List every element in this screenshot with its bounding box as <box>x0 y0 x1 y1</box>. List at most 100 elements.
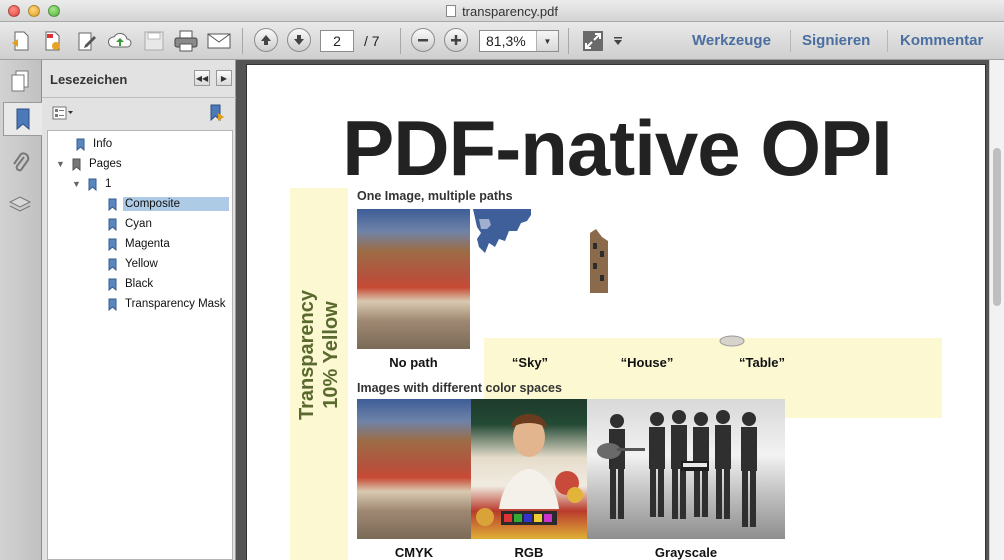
caption-cmyk: CMYK <box>394 545 434 560</box>
zoom-value: 81,3% <box>486 33 526 49</box>
caption-sky: “Sky” <box>511 355 549 370</box>
scrollbar-thumb[interactable] <box>993 148 1001 306</box>
print-icon[interactable] <box>173 28 199 54</box>
bookmark-item[interactable]: Magenta <box>108 235 170 253</box>
combine-files-icon[interactable] <box>40 28 66 54</box>
pdf-document-icon <box>446 5 457 17</box>
bookmark-icon <box>108 198 117 211</box>
chevron-down-icon[interactable]: ▼ <box>536 31 558 51</box>
portrait-figure <box>476 414 583 526</box>
page-total: / 7 <box>364 33 380 49</box>
bookmark-item[interactable]: Black <box>108 275 153 293</box>
bookmark-item[interactable]: Cyan <box>108 215 152 233</box>
toolbar-separator <box>242 28 243 54</box>
bookmark-icon <box>108 238 117 251</box>
bookmark-icon <box>88 178 97 191</box>
tools-link[interactable]: Werkzeuge <box>692 32 771 49</box>
window-title-text: transparency.pdf <box>462 4 558 19</box>
disclosure-triangle-icon[interactable]: ▼ <box>72 179 82 189</box>
bookmark-item[interactable]: Yellow <box>108 255 158 273</box>
section-heading: One Image, multiple paths <box>357 189 513 203</box>
rgb-photo <box>471 399 587 539</box>
bookmark-label: Black <box>125 278 154 290</box>
fit-page-icon[interactable] <box>580 28 606 54</box>
band-figures <box>597 410 757 527</box>
bookmark-icon <box>72 158 81 171</box>
bookmark-item[interactable]: ▼ Pages <box>56 155 122 173</box>
disclosure-triangle-icon[interactable]: ▼ <box>56 159 66 169</box>
caption-grayscale: Grayscale <box>654 545 718 560</box>
arrow-down-icon <box>294 35 304 45</box>
pdf-page: PDF-native OPI Transparency 10% Yellow O… <box>246 64 986 560</box>
previous-page-button[interactable] <box>254 28 278 52</box>
zoom-select[interactable]: 81,3% ▼ <box>479 30 559 52</box>
document-title: PDF-native OPI <box>342 104 892 192</box>
section-heading: Images with different color spaces <box>357 381 562 395</box>
bookmarks-panel-header: Lesezeichen ◀◀ ▶ <box>42 60 236 98</box>
bookmark-item[interactable]: ▼ 1 <box>72 175 111 193</box>
create-pdf-icon[interactable] <box>8 28 34 54</box>
minus-icon <box>418 39 428 42</box>
house-clip-image <box>590 229 608 293</box>
grayscale-photo <box>587 399 785 539</box>
sky-clip-image <box>473 209 531 253</box>
expand-panel-icon[interactable]: ▶ <box>216 70 232 86</box>
transparency-label-line1: Transparency <box>296 289 318 421</box>
next-page-button[interactable] <box>287 28 311 52</box>
collapse-panel-icon[interactable]: ◀◀ <box>194 70 210 86</box>
cloud-upload-icon[interactable] <box>107 28 133 54</box>
toolbar-separator <box>400 28 401 54</box>
arrow-up-icon <box>261 35 271 45</box>
bookmark-label: Magenta <box>125 238 170 250</box>
bookmarks-toolbar <box>42 98 236 130</box>
caption-no-path: No path <box>389 355 438 370</box>
email-icon[interactable] <box>206 28 232 54</box>
bookmarks-panel: Lesezeichen ◀◀ ▶ Info ▼ Pages ▼ 1 Compos… <box>42 60 236 560</box>
bookmark-label: Transparency Mask <box>125 298 226 310</box>
title-bar: transparency.pdf <box>0 0 1004 22</box>
cmyk-photo <box>357 399 471 539</box>
bookmark-icon <box>108 298 117 311</box>
bookmark-tree: Info ▼ Pages ▼ 1 Composite Cyan Magenta … <box>47 130 233 560</box>
bookmark-icon <box>108 218 117 231</box>
bookmark-label: Composite <box>123 197 229 211</box>
window-title: transparency.pdf <box>0 4 1004 19</box>
zoom-in-button[interactable] <box>444 28 468 52</box>
bookmark-icon <box>108 278 117 291</box>
layers-icon[interactable] <box>4 188 36 222</box>
new-bookmark-icon[interactable] <box>206 103 226 123</box>
bookmark-label: Pages <box>89 158 122 170</box>
plaza-photo-no-path <box>357 209 470 349</box>
caption-table: “Table” <box>739 355 785 370</box>
document-viewport[interactable]: PDF-native OPI Transparency 10% Yellow O… <box>236 60 1004 560</box>
link-separator <box>887 30 888 52</box>
link-separator <box>790 30 791 52</box>
edit-document-icon[interactable] <box>74 28 100 54</box>
page-thumbnails-icon[interactable] <box>4 64 36 98</box>
plus-icon <box>451 35 461 45</box>
bookmark-item[interactable]: Info <box>76 135 112 153</box>
bookmark-label: Info <box>93 138 113 150</box>
bookmark-label: Yellow <box>125 258 158 270</box>
attachments-icon[interactable] <box>4 146 36 180</box>
sign-link[interactable]: Signieren <box>802 32 870 49</box>
bookmark-item[interactable]: Transparency Mask <box>108 295 226 313</box>
bookmark-icon <box>108 258 117 271</box>
bookmark-label: 1 <box>105 178 112 190</box>
navigation-rail <box>0 60 42 560</box>
caption-rgb: RGB <box>514 545 544 560</box>
options-menu-icon[interactable] <box>52 105 74 121</box>
caption-house: “House” <box>620 355 674 370</box>
toolbar-menu-icon[interactable] <box>610 28 626 54</box>
zoom-out-button[interactable] <box>411 28 435 52</box>
panel-title: Lesezeichen <box>50 72 128 87</box>
bookmark-icon <box>76 138 85 151</box>
vertical-scrollbar[interactable] <box>989 60 1004 560</box>
bookmarks-panel-icon[interactable] <box>3 102 42 136</box>
save-icon[interactable] <box>141 28 167 54</box>
comment-link[interactable]: Kommentar <box>900 32 983 49</box>
toolbar-separator <box>568 28 569 54</box>
page-number-input[interactable]: 2 <box>320 30 354 52</box>
bookmark-item-selected[interactable]: Composite <box>108 195 229 213</box>
main-toolbar: 2 / 7 81,3% ▼ Werkzeuge Signieren Kommen… <box>0 22 1004 60</box>
